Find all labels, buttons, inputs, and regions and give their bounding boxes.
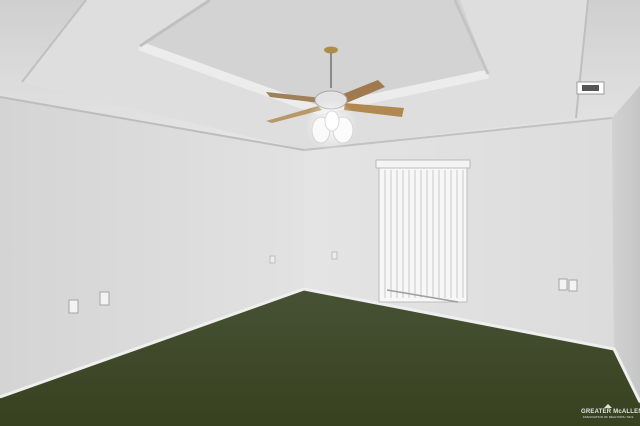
wall-outlet bbox=[269, 255, 276, 264]
wall-outlet bbox=[558, 278, 568, 291]
watermark-tagline: ASSOCIATION OF REALTORS / MLS bbox=[582, 415, 634, 419]
wall-outlet bbox=[568, 279, 578, 292]
house-logo-icon bbox=[604, 404, 612, 408]
room-photo: GREATER McALLEN ASSOCIATION OF REALTORS … bbox=[0, 0, 640, 426]
wall-outlet bbox=[99, 291, 110, 306]
blind-valance bbox=[375, 159, 471, 169]
wall-outlet bbox=[331, 251, 338, 260]
wall-outlet bbox=[68, 299, 79, 314]
mls-watermark: GREATER McALLEN ASSOCIATION OF REALTORS … bbox=[581, 404, 640, 422]
ceiling-vent-grille bbox=[582, 85, 599, 91]
light-globe bbox=[324, 110, 340, 132]
vertical-blinds bbox=[378, 167, 468, 303]
room-scene bbox=[0, 0, 640, 426]
